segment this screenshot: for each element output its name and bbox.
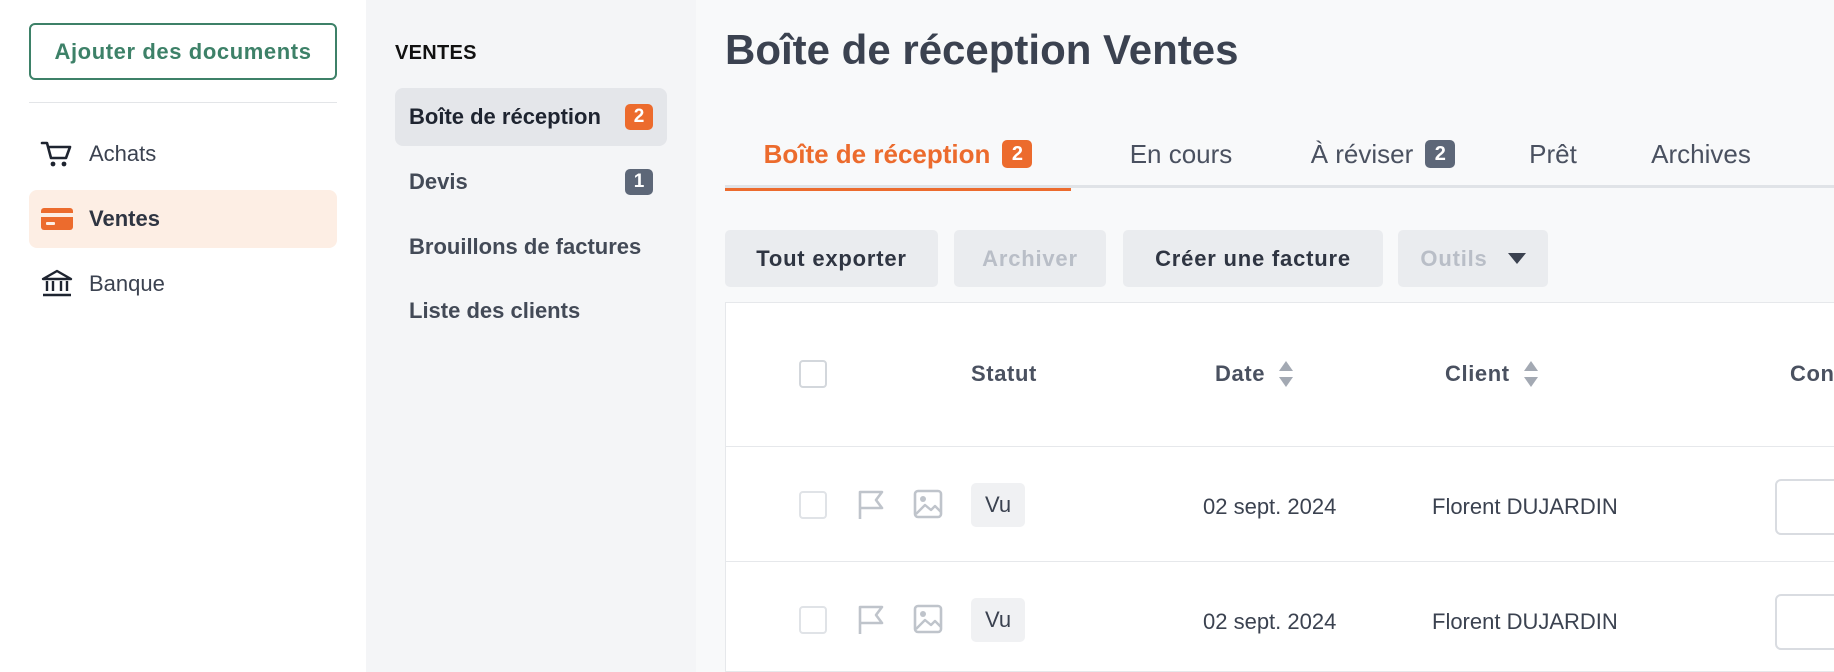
table-header: Statut Date Client Con <box>726 303 1834 447</box>
subnav-item-quotes[interactable]: Devis 1 <box>395 153 667 211</box>
sidebar-item-ventes[interactable]: Ventes <box>29 190 337 248</box>
tab-bar: Boîte de réception 2 En cours À réviser … <box>725 120 1834 191</box>
tab-ready[interactable]: Prêt <box>1517 120 1589 188</box>
row-client: Florent DUJARDIN <box>1432 609 1618 634</box>
row-date: 02 sept. 2024 <box>1203 494 1337 519</box>
tools-dropdown[interactable]: Outils <box>1398 230 1548 287</box>
count-badge: 1 <box>625 169 653 195</box>
tools-label: Outils <box>1420 245 1488 271</box>
column-label: Date <box>1215 361 1266 386</box>
subnav-item-label: Liste des clients <box>409 298 581 323</box>
sidebar-item-label: Banque <box>89 271 165 296</box>
column-label: Client <box>1445 361 1510 386</box>
column-header-partial[interactable]: Con <box>1790 361 1834 387</box>
secondary-sidebar: VENTES Boîte de réception 2 Devis 1 Brou… <box>366 0 696 672</box>
subnav-item-label: Boîte de réception <box>409 104 601 129</box>
row-checkbox[interactable] <box>799 606 827 634</box>
sidebar-item-label: Achats <box>89 141 157 166</box>
column-header-client[interactable]: Client <box>1445 361 1538 387</box>
archive-button[interactable]: Archiver <box>954 230 1106 287</box>
primary-sidebar: Ajouter des documents Achats Ventes Banq… <box>0 0 366 672</box>
count-badge: 2 <box>625 104 653 130</box>
subnav-item-client-list[interactable]: Liste des clients <box>395 282 667 340</box>
sidebar-item-banque[interactable]: Banque <box>29 255 337 313</box>
tab-label: En cours <box>1129 138 1233 169</box>
tab-label: Boîte de réception <box>763 138 991 169</box>
row-action-field[interactable] <box>1775 594 1834 650</box>
status-badge: Vu <box>971 483 1026 527</box>
tab-archives[interactable]: Archives <box>1645 120 1757 188</box>
column-label: Con <box>1790 361 1834 386</box>
sidebar-item-achats[interactable]: Achats <box>29 125 337 183</box>
tab-in-progress[interactable]: En cours <box>1116 120 1246 188</box>
column-header-date[interactable]: Date <box>1215 361 1294 387</box>
cart-icon <box>40 141 72 167</box>
status-badge: Vu <box>971 598 1026 642</box>
tab-label: Prêt <box>1529 138 1577 169</box>
sort-icon <box>1279 361 1294 387</box>
row-date: 02 sept. 2024 <box>1203 609 1337 634</box>
image-icon[interactable] <box>913 489 943 519</box>
main-content: Boîte de réception Ventes Boîte de récep… <box>696 0 1834 672</box>
row-client: Florent DUJARDIN <box>1432 494 1618 519</box>
flag-icon[interactable] <box>856 604 886 636</box>
count-badge: 2 <box>1002 140 1033 168</box>
create-invoice-button[interactable]: Créer une facture <box>1123 230 1383 287</box>
page-title: Boîte de réception Ventes <box>725 26 1239 73</box>
table-row[interactable]: Vu 02 sept. 2024 Florent DUJARDIN <box>726 562 1834 672</box>
subnav-item-label: Brouillons de factures <box>409 234 642 259</box>
bank-icon <box>41 269 73 297</box>
sidebar-divider <box>29 102 337 103</box>
row-checkbox[interactable] <box>799 491 827 519</box>
subnav-item-label: Devis <box>409 169 468 194</box>
add-documents-button[interactable]: Ajouter des documents <box>29 23 337 80</box>
select-all-checkbox[interactable] <box>799 360 827 388</box>
tab-to-review[interactable]: À réviser 2 <box>1303 120 1463 188</box>
tab-inbox[interactable]: Boîte de réception 2 <box>725 120 1071 191</box>
caret-down-icon <box>1507 253 1526 264</box>
image-icon[interactable] <box>913 604 943 634</box>
count-badge: 2 <box>1425 140 1456 168</box>
column-label: Statut <box>971 361 1037 386</box>
subnav-item-invoice-drafts[interactable]: Brouillons de factures <box>395 218 667 276</box>
column-header-status[interactable]: Statut <box>971 361 1037 387</box>
subnav-section-title: VENTES <box>395 42 477 64</box>
tab-label: À réviser <box>1310 138 1414 169</box>
invoices-table: Statut Date Client Con Vu 02 sept. 2024 … <box>725 302 1834 672</box>
tab-label: Archives <box>1651 138 1751 169</box>
table-row[interactable]: Vu 02 sept. 2024 Florent DUJARDIN <box>726 447 1834 562</box>
subnav-item-inbox[interactable]: Boîte de réception 2 <box>395 88 667 146</box>
card-icon <box>41 208 73 230</box>
sidebar-item-label: Ventes <box>89 206 160 231</box>
export-all-button[interactable]: Tout exporter <box>725 230 938 287</box>
sort-icon <box>1523 361 1538 387</box>
flag-icon[interactable] <box>856 489 886 521</box>
row-action-field[interactable] <box>1775 479 1834 535</box>
